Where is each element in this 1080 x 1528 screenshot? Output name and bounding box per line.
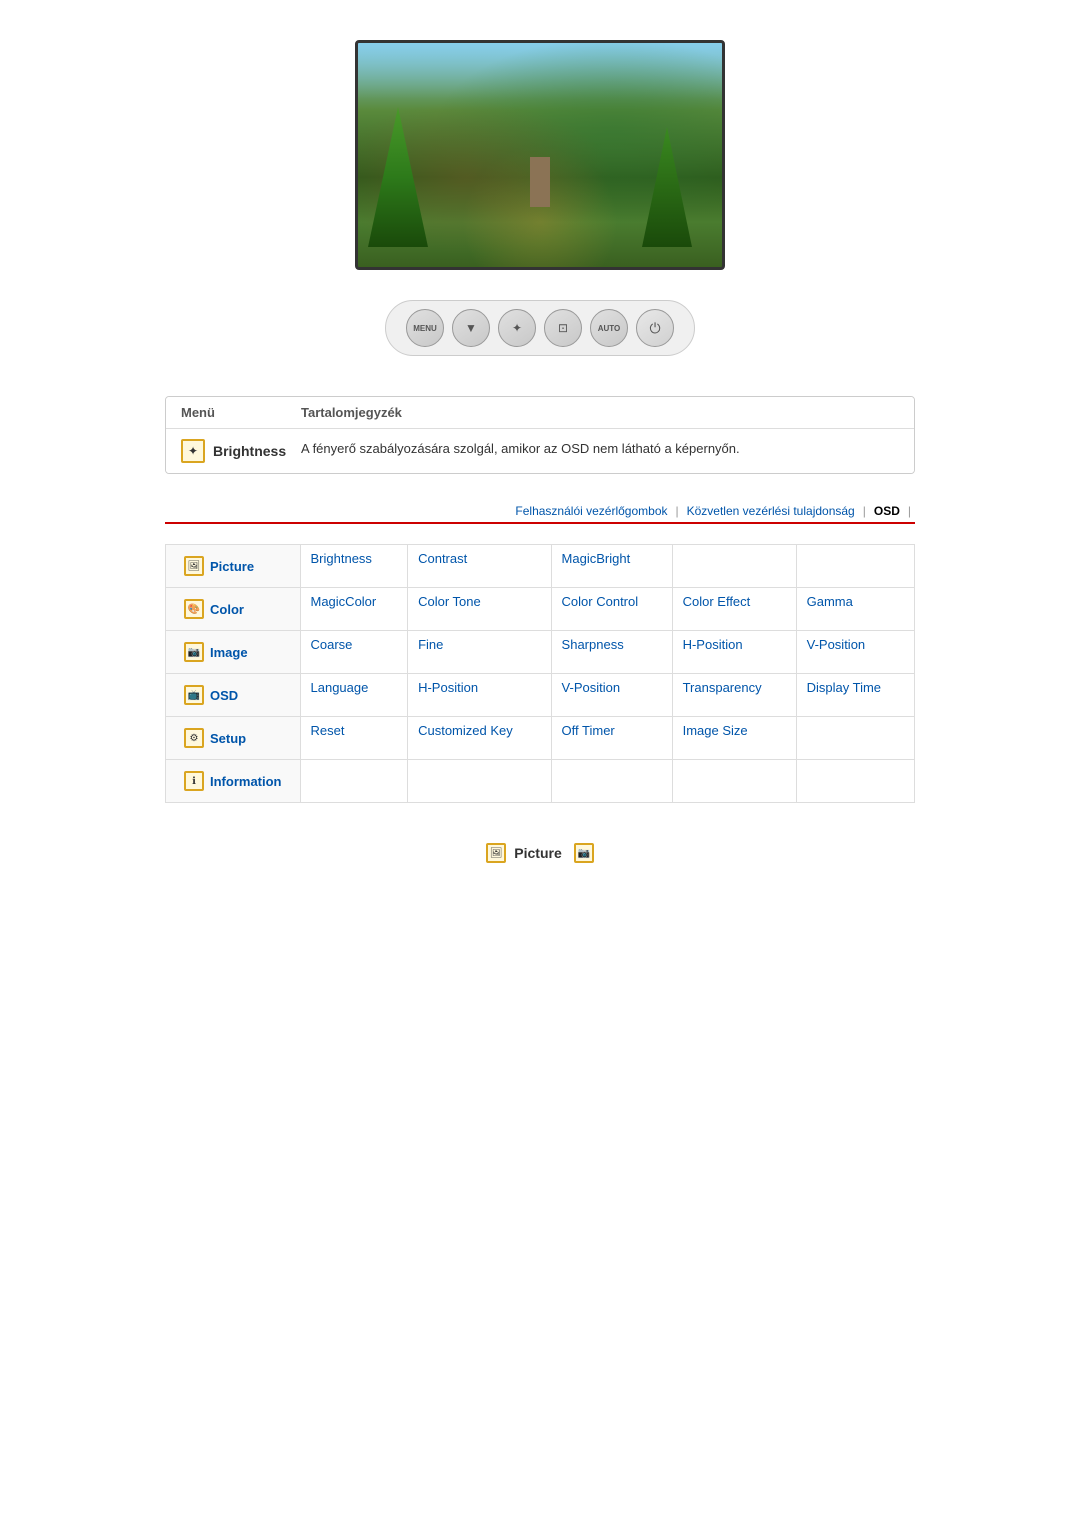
- color-tone-link[interactable]: Color Tone: [418, 594, 481, 609]
- brightness-link[interactable]: Brightness: [311, 551, 372, 566]
- picture-icon: 🖼: [184, 556, 204, 576]
- image-icon: 📷: [184, 642, 204, 662]
- breadcrumb-item1[interactable]: Felhasználói vezérlőgombok: [515, 504, 667, 518]
- display-time-link[interactable]: Display Time: [807, 680, 881, 695]
- image-section-label[interactable]: Image: [210, 645, 248, 660]
- picture-footer-icon2: 📷: [574, 843, 594, 863]
- osd-section-cell: 📺 OSD: [176, 680, 290, 710]
- information-section-cell: ℹ Information: [176, 766, 290, 796]
- magicbright-link[interactable]: MagicBright: [562, 551, 631, 566]
- source-button[interactable]: ⊡: [544, 309, 582, 347]
- control-buttons-row: MENU ▼ ✦ ⊡ AUTO ⏻: [385, 300, 695, 356]
- off-timer-link[interactable]: Off Timer: [562, 723, 615, 738]
- image-size-link[interactable]: Image Size: [683, 723, 748, 738]
- picture-footer-label: Picture: [514, 845, 561, 861]
- color-icon: 🎨: [184, 599, 204, 619]
- reset-link[interactable]: Reset: [311, 723, 345, 738]
- brightness-button[interactable]: ✦: [498, 309, 536, 347]
- brightness-icon: ✦: [181, 439, 205, 463]
- fine-link[interactable]: Fine: [418, 637, 443, 652]
- table-row: ⚙ Setup Reset Customized Key Off Timer I…: [166, 717, 915, 760]
- color-section-label[interactable]: Color: [210, 602, 244, 617]
- breadcrumb-sep2: |: [863, 504, 866, 518]
- customized-key-link[interactable]: Customized Key: [418, 723, 513, 738]
- table-row: 🎨 Color MagicColor Color Tone Color Cont…: [166, 588, 915, 631]
- table-row: ℹ Information: [166, 760, 915, 803]
- down-volume-button[interactable]: ▼: [452, 309, 490, 347]
- monitor-display: [355, 40, 725, 270]
- breadcrumb: Felhasználói vezérlőgombok | Közvetlen v…: [165, 504, 915, 524]
- coarse-link[interactable]: Coarse: [311, 637, 353, 652]
- breadcrumb-sep1: |: [676, 504, 679, 518]
- gamma-link[interactable]: Gamma: [807, 594, 853, 609]
- menu-col-header: Menü: [181, 405, 301, 420]
- language-link[interactable]: Language: [311, 680, 369, 695]
- color-effect-link[interactable]: Color Effect: [683, 594, 751, 609]
- menu-button[interactable]: MENU: [406, 309, 444, 347]
- color-section-cell: 🎨 Color: [176, 594, 290, 624]
- magiccolor-link[interactable]: MagicColor: [311, 594, 377, 609]
- information-section-label[interactable]: Information: [210, 774, 282, 789]
- breadcrumb-sep3: |: [908, 504, 911, 518]
- osd-section-label[interactable]: OSD: [210, 688, 238, 703]
- h-position-osd-link[interactable]: H-Position: [418, 680, 478, 695]
- h-position-image-link[interactable]: H-Position: [683, 637, 743, 652]
- menu-info-table: Menü Tartalomjegyzék ✦ Brightness A fény…: [165, 396, 915, 474]
- osd-icon: 📺: [184, 685, 204, 705]
- picture-footer-icon: 🖼: [486, 843, 506, 863]
- brightness-description: A fényerő szabályozására szolgál, amikor…: [301, 439, 899, 459]
- picture-section-cell: 🖼 Picture: [176, 551, 290, 581]
- table-row: 🖼 Picture Brightness Contrast MagicBrigh…: [166, 545, 915, 588]
- transparency-link[interactable]: Transparency: [683, 680, 762, 695]
- picture-section-label[interactable]: Picture: [210, 559, 254, 574]
- v-position-image-link[interactable]: V-Position: [807, 637, 866, 652]
- breadcrumb-item3: OSD: [874, 504, 900, 518]
- setup-section-cell: ⚙ Setup: [176, 723, 290, 753]
- sharpness-link[interactable]: Sharpness: [562, 637, 624, 652]
- setup-section-label[interactable]: Setup: [210, 731, 246, 746]
- image-section-cell: 📷 Image: [176, 637, 290, 667]
- picture-footer: 🖼 Picture 📷: [486, 843, 593, 863]
- menu-item-cell: ✦ Brightness: [181, 439, 301, 463]
- brightness-label: Brightness: [213, 443, 286, 459]
- table-row: 📷 Image Coarse Fine Sharpness H-Position…: [166, 631, 915, 674]
- contrast-link[interactable]: Contrast: [418, 551, 467, 566]
- breadcrumb-item2[interactable]: Közvetlen vezérlési tulajdonság: [687, 504, 855, 518]
- setup-icon: ⚙: [184, 728, 204, 748]
- contents-col-header: Tartalomjegyzék: [301, 405, 899, 420]
- auto-button[interactable]: AUTO: [590, 309, 628, 347]
- v-position-osd-link[interactable]: V-Position: [562, 680, 621, 695]
- color-control-link[interactable]: Color Control: [562, 594, 639, 609]
- information-icon: ℹ: [184, 771, 204, 791]
- power-button[interactable]: ⏻: [636, 309, 674, 347]
- navigation-table: 🖼 Picture Brightness Contrast MagicBrigh…: [165, 544, 915, 803]
- table-row: 📺 OSD Language H-Position V-Position Tra…: [166, 674, 915, 717]
